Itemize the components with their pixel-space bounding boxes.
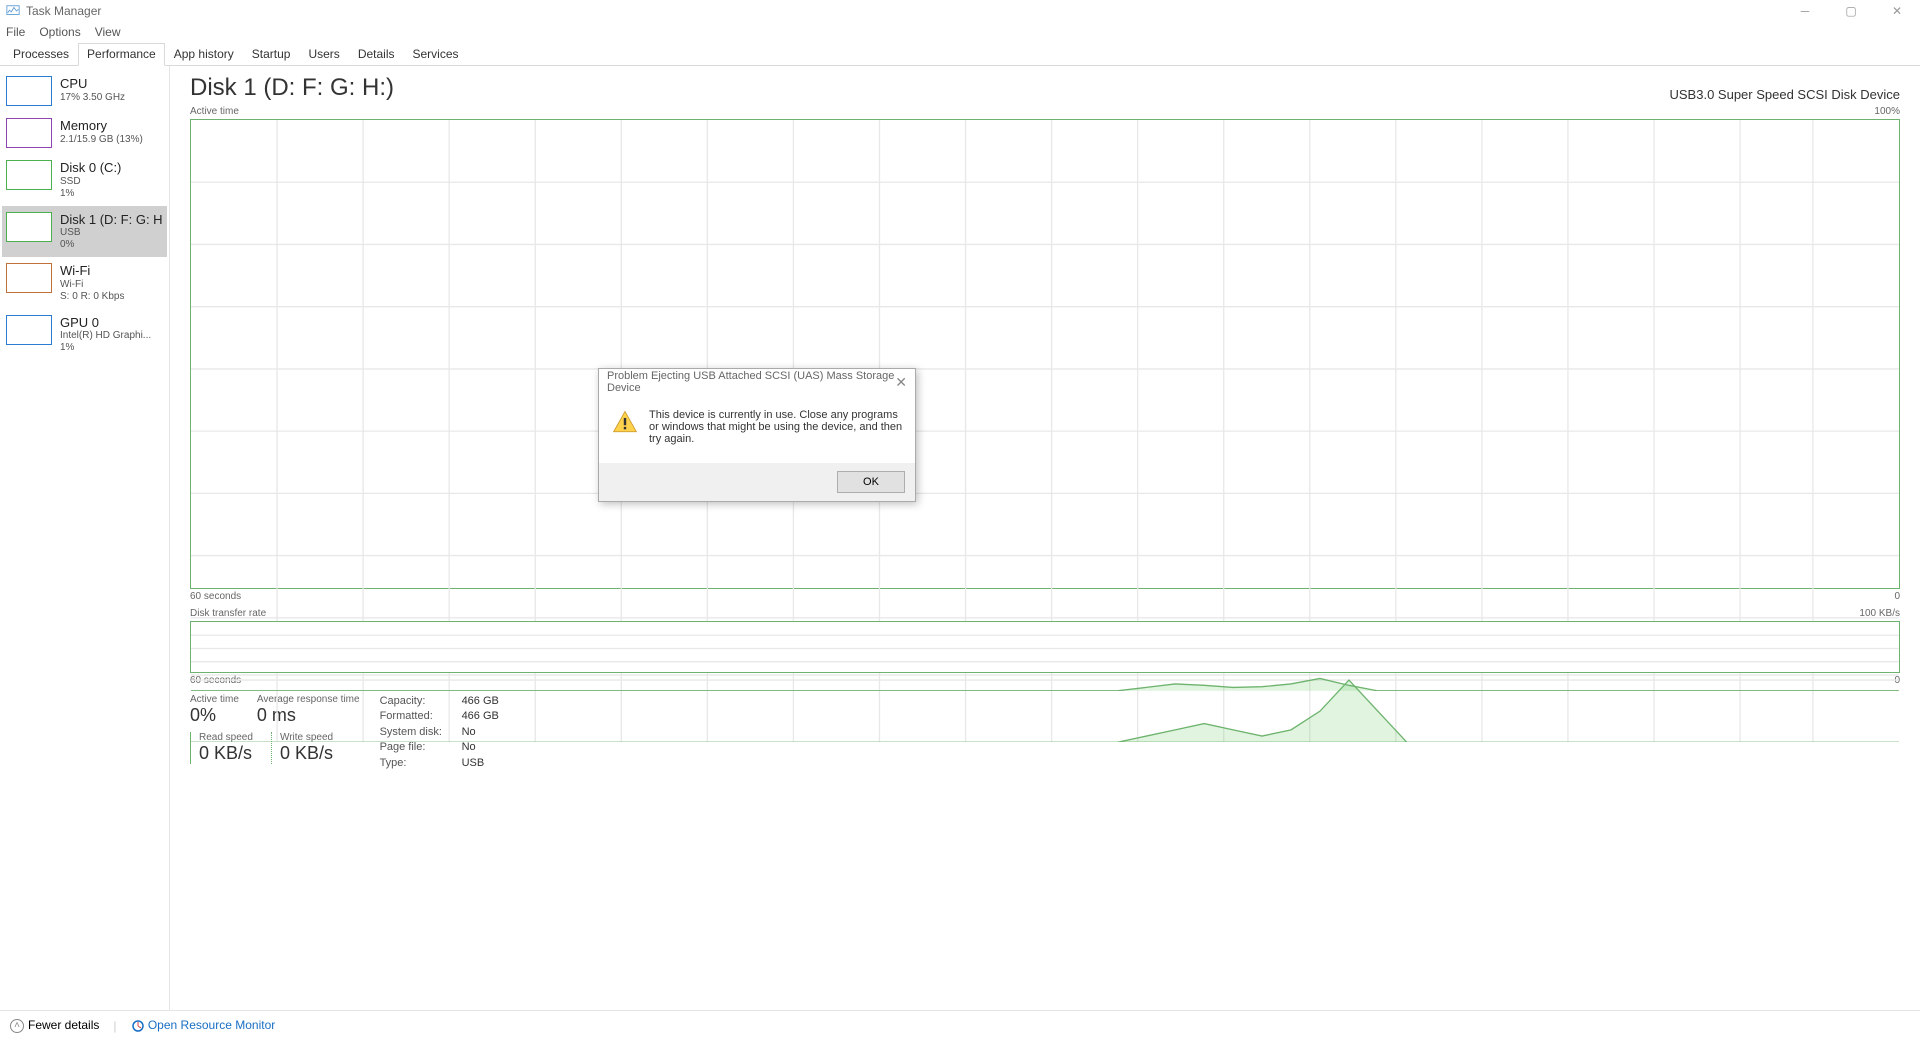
chart-transfer-rate <box>190 621 1900 673</box>
sidebar-item-wifi[interactable]: Wi-Fi Wi-Fi S: 0 R: 0 Kbps <box>2 257 167 309</box>
wifi-sub2: S: 0 R: 0 Kbps <box>60 291 124 303</box>
resource-monitor-icon <box>131 1019 145 1033</box>
main-area: CPU 17% 3.50 GHz Memory 2.1/15.9 GB (13%… <box>0 66 1920 1010</box>
chart1-labels: Active time 100% <box>190 106 1900 117</box>
memory-thumb <box>6 118 52 148</box>
perf-model: USB3.0 Super Speed SCSI Disk Device <box>1670 87 1901 102</box>
disk1-sub1: USB <box>60 227 163 239</box>
gpu-sub2: 1% <box>60 342 151 354</box>
disk1-thumb <box>6 212 52 242</box>
disk1-name: Disk 1 (D: F: G: H:) <box>60 212 163 228</box>
window-controls: ─ ▢ ✕ <box>1782 0 1920 22</box>
disk1-text: Disk 1 (D: F: G: H:) USB 0% <box>60 212 163 252</box>
chart-active-time <box>190 119 1900 589</box>
gpu-sub1: Intel(R) HD Graphi... <box>60 330 151 342</box>
cpu-thumb <box>6 76 52 106</box>
tab-performance[interactable]: Performance <box>78 43 165 66</box>
perf-title: Disk 1 (D: F: G: H:) <box>190 74 394 102</box>
dialog-ok-button[interactable]: OK <box>837 471 905 493</box>
tab-processes[interactable]: Processes <box>4 43 78 66</box>
chevron-up-icon: ˄ <box>10 1019 24 1033</box>
gpu-thumb <box>6 315 52 345</box>
menu-options[interactable]: Options <box>39 25 80 39</box>
dialog-footer: OK <box>599 463 915 501</box>
maximize-button[interactable]: ▢ <box>1828 0 1874 22</box>
footer: ˄Fewer details | Open Resource Monitor <box>0 1010 1920 1040</box>
eject-error-dialog: Problem Ejecting USB Attached SCSI (UAS)… <box>598 368 916 502</box>
dialog-message: This device is currently in use. Close a… <box>649 409 903 445</box>
tab-apphistory[interactable]: App history <box>165 43 243 66</box>
tab-startup[interactable]: Startup <box>243 43 300 66</box>
perf-pane: Disk 1 (D: F: G: H:) USB3.0 Super Speed … <box>170 66 1920 1010</box>
memory-sub: 2.1/15.9 GB (13%) <box>60 134 143 146</box>
dialog-body: This device is currently in use. Close a… <box>599 395 915 463</box>
cpu-text: CPU 17% 3.50 GHz <box>60 76 125 106</box>
sidebar-item-cpu[interactable]: CPU 17% 3.50 GHz <box>2 70 167 112</box>
kv-page: Page file:No <box>380 740 499 755</box>
warning-icon <box>611 409 639 435</box>
wifi-text: Wi-Fi Wi-Fi S: 0 R: 0 Kbps <box>60 263 124 303</box>
wifi-name: Wi-Fi <box>60 263 124 279</box>
window-title: Task Manager <box>26 4 101 18</box>
tab-services[interactable]: Services <box>404 43 468 66</box>
disk0-text: Disk 0 (C:) SSD 1% <box>60 160 121 200</box>
tab-details[interactable]: Details <box>349 43 404 66</box>
perf-header: Disk 1 (D: F: G: H:) USB3.0 Super Speed … <box>190 74 1900 102</box>
kv-type: Type:USB <box>380 756 499 771</box>
sidebar-item-disk0[interactable]: Disk 0 (C:) SSD 1% <box>2 154 167 206</box>
stat-read-value: 0 KB/s <box>199 743 253 764</box>
close-button[interactable]: ✕ <box>1874 0 1920 22</box>
footer-divider: | <box>113 1019 116 1033</box>
menu-file[interactable]: File <box>6 25 25 39</box>
memory-text: Memory 2.1/15.9 GB (13%) <box>60 118 143 148</box>
dialog-close-button[interactable]: ✕ <box>895 374 907 391</box>
chart2-grid <box>191 635 1899 675</box>
sidebar-item-gpu0[interactable]: GPU 0 Intel(R) HD Graphi... 1% <box>2 309 167 361</box>
disk0-thumb <box>6 160 52 190</box>
memory-name: Memory <box>60 118 143 134</box>
menubar: File Options View <box>0 22 1920 42</box>
dialog-title: Problem Ejecting USB Attached SCSI (UAS)… <box>607 370 895 394</box>
tabstrip: Processes Performance App history Startu… <box>0 42 1920 66</box>
app-icon <box>6 4 20 18</box>
tab-users[interactable]: Users <box>299 43 348 66</box>
wifi-thumb <box>6 263 52 293</box>
minimize-button[interactable]: ─ <box>1782 0 1828 22</box>
chart1-label: Active time <box>190 106 239 117</box>
disk0-sub1: SSD <box>60 176 121 188</box>
chart1-max: 100% <box>1874 106 1900 117</box>
stat-write-value: 0 KB/s <box>280 743 333 764</box>
gpu-text: GPU 0 Intel(R) HD Graphi... 1% <box>60 315 151 355</box>
cpu-name: CPU <box>60 76 125 92</box>
menu-view[interactable]: View <box>95 25 121 39</box>
gpu-name: GPU 0 <box>60 315 151 331</box>
resource-monitor-link[interactable]: Open Resource Monitor <box>131 1018 276 1033</box>
disk0-sub2: 1% <box>60 188 121 200</box>
sidebar-item-memory[interactable]: Memory 2.1/15.9 GB (13%) <box>2 112 167 154</box>
wifi-sub1: Wi-Fi <box>60 279 124 291</box>
dialog-titlebar: Problem Ejecting USB Attached SCSI (UAS)… <box>599 369 915 395</box>
disk0-name: Disk 0 (C:) <box>60 160 121 176</box>
fewer-details-link[interactable]: ˄Fewer details <box>10 1018 99 1033</box>
titlebar: Task Manager ─ ▢ ✕ <box>0 0 1920 22</box>
perf-sidebar: CPU 17% 3.50 GHz Memory 2.1/15.9 GB (13%… <box>0 66 170 1010</box>
sidebar-item-disk1[interactable]: Disk 1 (D: F: G: H:) USB 0% <box>2 206 167 258</box>
cpu-sub: 17% 3.50 GHz <box>60 92 125 104</box>
disk1-sub2: 0% <box>60 239 163 251</box>
chart2-series <box>191 678 1899 690</box>
